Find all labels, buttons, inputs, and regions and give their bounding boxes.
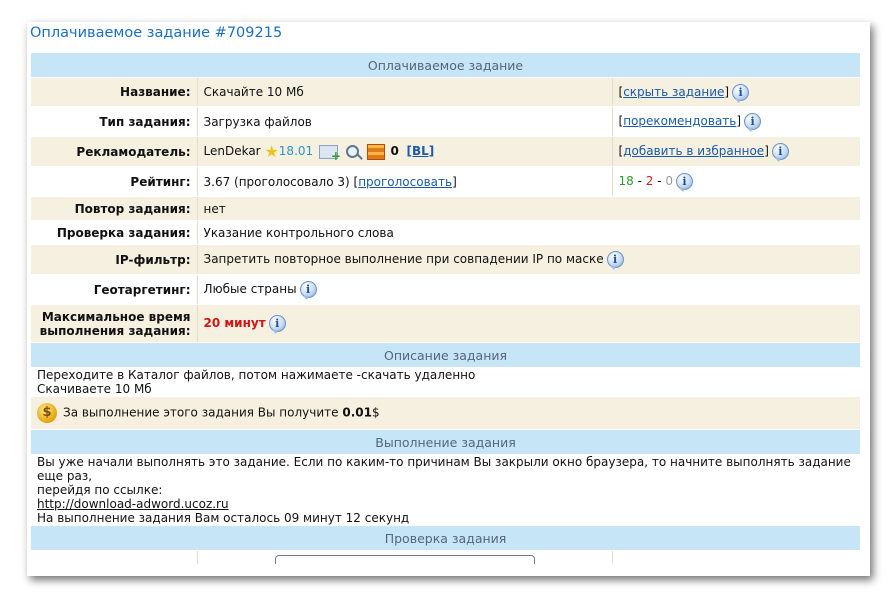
value-verification: Указание контрольного слова xyxy=(197,220,861,245)
blacklist-link[interactable]: [BL] xyxy=(406,144,434,158)
rating-counts: 18 - 2 - 0i xyxy=(612,166,861,197)
advertiser-name: LenDekar xyxy=(203,144,261,158)
row-name: Название: Скачайте 10 Мб [скрыть задание… xyxy=(31,77,861,107)
vote-link[interactable]: проголосовать xyxy=(358,175,452,189)
label-rating: Рейтинг: xyxy=(31,166,198,197)
info-bubble-icon[interactable]: i xyxy=(268,315,286,334)
advertiser-rating: 18.01 xyxy=(278,144,314,158)
check-answer-input[interactable] xyxy=(274,555,535,564)
description-line-1: Переходите в Каталог файлов, потом нажим… xyxy=(37,368,476,382)
label-ip-filter: IP-фильтр: xyxy=(31,244,198,275)
label-verification: Проверка задания: xyxy=(31,220,198,245)
value-rating: 3.67 (проголосовало 3) [проголосовать] xyxy=(197,166,613,197)
brick-box-icon[interactable] xyxy=(366,143,385,160)
value-max-time: 20 минут i xyxy=(197,304,861,343)
row-ip-filter: IP-фильтр: Запретить повторное выполнени… xyxy=(31,244,861,275)
execution-link[interactable]: http://download-adword.ucoz.ru xyxy=(37,497,229,511)
value-name: Скачайте 10 Мб xyxy=(197,77,613,107)
recommend-link[interactable]: порекомендовать xyxy=(623,114,736,128)
star-icon: ★ xyxy=(264,142,279,161)
label-type: Тип задания: xyxy=(31,106,198,137)
action-cell-type: [порекомендовать] i xyxy=(612,106,861,137)
mail-add-icon[interactable] xyxy=(318,144,341,163)
action-cell-advertiser: [добавить в избранное] i xyxy=(612,136,861,167)
value-type: Загрузка файлов xyxy=(197,106,613,137)
magnifier-icon[interactable] xyxy=(345,145,359,158)
page-sheet: Оплачиваемое задание #709215 Оплачиваемо… xyxy=(27,22,870,576)
neutral-count: 0 xyxy=(665,174,673,188)
section-header-paid-task: Оплачиваемое задание xyxy=(31,53,861,78)
value-ip-filter: Запретить повторное выполнение при совпа… xyxy=(197,244,861,275)
row-advertiser: Рекламодатель: LenDekar ★18.01 0 [BL] [д… xyxy=(31,136,861,167)
check-row xyxy=(31,550,861,565)
label-geo: Геотаргетинг: xyxy=(31,274,198,305)
value-geo: Любые страны i xyxy=(197,274,861,305)
info-bubble-icon[interactable]: i xyxy=(771,143,789,162)
info-bubble-icon[interactable]: i xyxy=(606,251,624,270)
info-bubble-icon[interactable]: i xyxy=(676,173,693,192)
hide-task-link[interactable]: скрыть задание xyxy=(623,85,724,99)
label-repeat: Повтор задания: xyxy=(31,196,198,221)
execution-line-3: На выполнение задания Вам осталось 09 ми… xyxy=(37,511,410,525)
page-title: Оплачиваемое задание #709215 xyxy=(30,25,283,41)
label-name: Название: xyxy=(31,77,198,107)
row-geo: Геотаргетинг: Любые страны i xyxy=(31,274,861,305)
reward-amount: 0.01 xyxy=(342,405,372,420)
value-repeat: нет xyxy=(197,196,861,221)
section-header-execution: Выполнение задания xyxy=(31,429,861,455)
label-advertiser: Рекламодатель: xyxy=(31,136,198,167)
execution-line-1: Вы уже начали выполнять это задание. Есл… xyxy=(37,455,851,483)
action-cell-name: [скрыть задание] i xyxy=(612,77,861,107)
row-max-time: Максимальное время выполнения задания: 20… xyxy=(31,304,861,343)
label-max-time: Максимальное время выполнения задания: xyxy=(31,304,198,343)
info-bubble-icon[interactable]: i xyxy=(299,281,317,300)
description-line-2: Скачиваете 10 Мб xyxy=(37,382,152,396)
row-verification: Проверка задания: Указание контрольного … xyxy=(31,220,861,245)
value-advertiser: LenDekar ★18.01 0 [BL] xyxy=(197,136,613,167)
info-bubble-icon[interactable]: i xyxy=(732,83,750,103)
section-header-check: Проверка задания xyxy=(31,525,861,551)
info-bubble-icon[interactable]: i xyxy=(744,113,762,132)
execution-block: Вы уже начали выполнять это задание. Есл… xyxy=(31,454,861,526)
execution-line-2: перейдя по ссылке: xyxy=(37,483,163,497)
reward-text: За выполнение этого задания Вы получите xyxy=(63,405,339,420)
row-repeat: Повтор задания: нет xyxy=(31,196,861,221)
task-table: Оплачиваемое задание Название: Скачайте … xyxy=(31,53,861,565)
row-type: Тип задания: Загрузка файлов [порекоменд… xyxy=(31,106,861,137)
advertiser-count: 0 xyxy=(390,144,399,158)
dollar-coin-icon: $ xyxy=(37,403,57,423)
section-header-description: Описание задания xyxy=(31,342,861,368)
row-rating: Рейтинг: 3.67 (проголосовало 3) [проголо… xyxy=(31,166,861,197)
positive-count: 18 xyxy=(618,174,634,188)
reward-row: $ За выполнение этого задания Вы получите… xyxy=(31,396,861,430)
add-favorite-link[interactable]: добавить в избранное xyxy=(623,144,764,158)
description-block: Переходите в Каталог файлов, потом нажим… xyxy=(31,367,861,397)
